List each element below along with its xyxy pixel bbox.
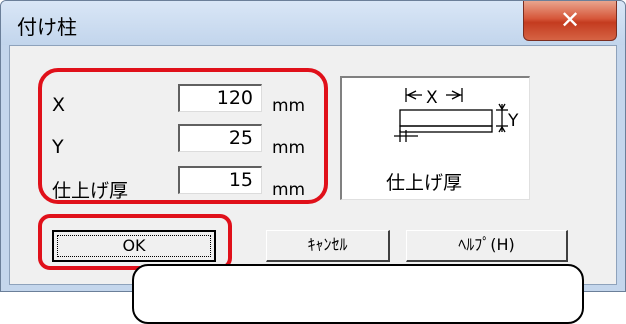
dimension-diagram: X Y 仕上げ厚 — [340, 76, 530, 200]
ok-highlight — [38, 214, 232, 270]
help-button[interactable]: ﾍﾙﾌﾟ(H) — [406, 230, 568, 262]
help-label: ﾍﾙﾌﾟ(H) — [458, 235, 515, 254]
cancel-label: ｷｬﾝｾﾙ — [307, 235, 348, 254]
close-button[interactable]: ✕ — [523, 1, 617, 41]
close-icon: ✕ — [559, 6, 581, 34]
callout-box — [132, 264, 584, 324]
diagram-x-label: X — [426, 88, 438, 108]
title-bar[interactable]: 付け柱 ✕ — [1, 1, 625, 45]
diagram-caption: 仕上げ厚 — [386, 172, 463, 194]
window-title: 付け柱 — [17, 15, 77, 39]
input-group-highlight — [38, 68, 328, 204]
diagram-y-label: Y — [507, 111, 519, 131]
cancel-button[interactable]: ｷｬﾝｾﾙ — [266, 230, 390, 262]
